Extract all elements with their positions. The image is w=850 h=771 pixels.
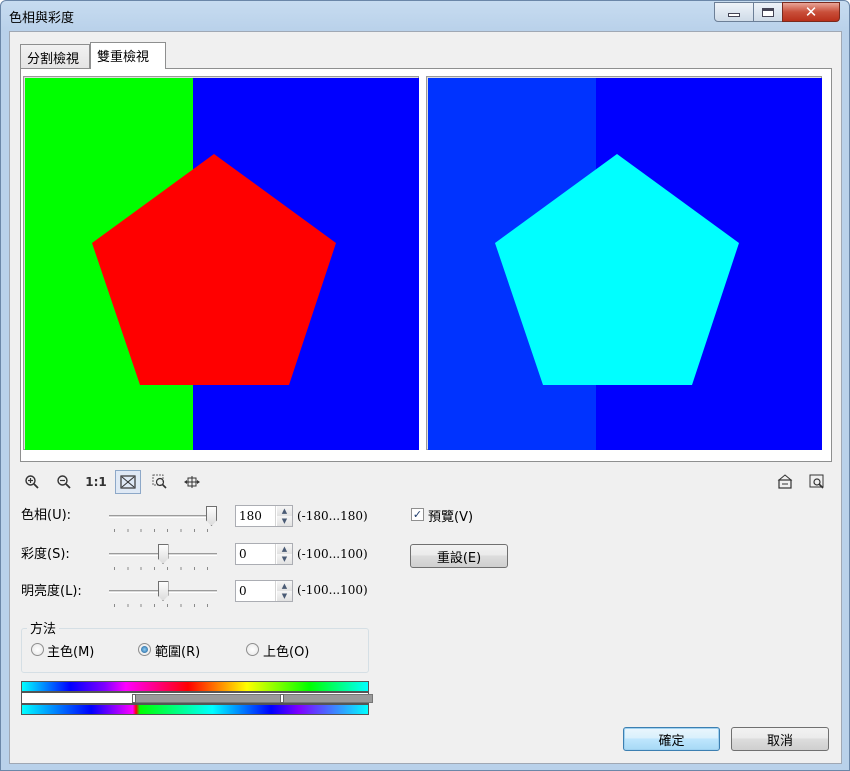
saturation-down-icon[interactable]: ▼: [277, 554, 292, 564]
zoom-in-button[interactable]: [19, 470, 45, 494]
result-hue-bar: [21, 704, 369, 715]
saturation-value[interactable]: 0: [239, 547, 247, 561]
method-radio-colorize[interactable]: [246, 643, 259, 656]
lightness-value[interactable]: 0: [239, 584, 247, 598]
tab-dual-view[interactable]: 雙重檢視: [90, 42, 166, 69]
method-label-colorize[interactable]: 上色(O): [263, 641, 309, 660]
pan-button[interactable]: [179, 470, 205, 494]
range-handle-right[interactable]: [280, 694, 284, 703]
minimize-button[interactable]: [714, 2, 754, 22]
lightness-slider-ticks: [114, 604, 214, 607]
dialog-client-area: 分割檢視 雙重檢視 1:1 色相(U): 180 ▲ ▼ (-180...180…: [9, 31, 842, 764]
close-icon: ✕: [804, 2, 818, 21]
method-radio-range[interactable]: [138, 643, 151, 656]
original-image: [25, 78, 419, 450]
dialog-window: 色相與彩度 ✕ 分割檢視 雙重檢視 1:1 色相(U): 180 ▲ ▼ (-1…: [0, 0, 850, 771]
preview-checkbox[interactable]: ✓: [411, 508, 424, 521]
saturation-slider-ticks: [114, 567, 214, 570]
pan-icon: [184, 476, 200, 488]
zoom-out-icon: [57, 475, 71, 489]
window-title: 色相與彩度: [9, 11, 75, 26]
method-label-master[interactable]: 主色(M): [47, 641, 94, 660]
hue-value[interactable]: 180: [239, 509, 262, 523]
title-bar[interactable]: 色相與彩度 ✕: [1, 1, 849, 31]
actual-size-button[interactable]: 1:1: [83, 470, 109, 494]
source-hue-bar: [21, 681, 369, 692]
hue-slider-track[interactable]: [109, 515, 217, 518]
lightness-spinbox[interactable]: 0 ▲ ▼: [235, 580, 293, 602]
ok-button[interactable]: 確定: [623, 727, 720, 751]
hue-label: 色相(U):: [21, 508, 72, 523]
tab-split-view[interactable]: 分割檢視: [20, 44, 90, 68]
result-image: [428, 78, 822, 450]
saturation-label: 彩度(S):: [21, 547, 70, 562]
range-handle-left[interactable]: [132, 694, 136, 703]
hue-range-band[interactable]: [132, 694, 373, 703]
preview-window-icon: [777, 474, 793, 489]
lightness-down-icon[interactable]: ▼: [277, 591, 292, 601]
zoom-in-icon: [25, 475, 39, 489]
zoom-region-icon: [152, 474, 167, 489]
zoom-out-button[interactable]: [51, 470, 77, 494]
lightness-label: 明亮度(L):: [21, 584, 82, 599]
hue-down-icon[interactable]: ▼: [277, 516, 292, 526]
hue-range-selector[interactable]: [21, 692, 373, 704]
saturation-up-icon[interactable]: ▲: [277, 544, 292, 554]
method-label-range[interactable]: 範圍(R): [155, 641, 200, 660]
saturation-spinbox[interactable]: 0 ▲ ▼: [235, 543, 293, 565]
original-preview[interactable]: [23, 76, 419, 450]
cancel-button[interactable]: 取消: [731, 727, 829, 751]
lightness-slider-thumb[interactable]: [157, 581, 169, 601]
hue-slider-ticks: [114, 529, 214, 532]
saturation-slider-thumb[interactable]: [157, 544, 169, 564]
tab-panel: [20, 68, 832, 462]
zoom-region-button[interactable]: [147, 470, 173, 494]
zoom-preview-icon: [809, 474, 824, 489]
hue-up-icon[interactable]: ▲: [277, 506, 292, 516]
zoom-preview-button[interactable]: [804, 470, 830, 494]
hue-slider-thumb[interactable]: [206, 506, 217, 526]
method-radio-master[interactable]: [31, 643, 44, 656]
hue-range: (-180...180): [297, 509, 368, 523]
minimize-icon: [728, 13, 740, 17]
maximize-button[interactable]: [753, 2, 783, 22]
preview-checkbox-label[interactable]: 預覽(V): [428, 506, 473, 525]
preview-window-button[interactable]: [772, 470, 798, 494]
reset-button[interactable]: 重設(E): [410, 544, 508, 568]
lightness-up-icon[interactable]: ▲: [277, 581, 292, 591]
result-preview[interactable]: [426, 76, 822, 450]
close-button[interactable]: ✕: [782, 2, 840, 22]
lightness-range: (-100...100): [297, 583, 368, 597]
saturation-range: (-100...100): [297, 547, 368, 561]
maximize-icon: [762, 7, 774, 17]
fit-to-window-icon: [120, 475, 136, 489]
method-legend: 方法: [27, 618, 60, 637]
fit-to-window-button[interactable]: [115, 470, 141, 494]
hue-spinbox[interactable]: 180 ▲ ▼: [235, 505, 293, 527]
